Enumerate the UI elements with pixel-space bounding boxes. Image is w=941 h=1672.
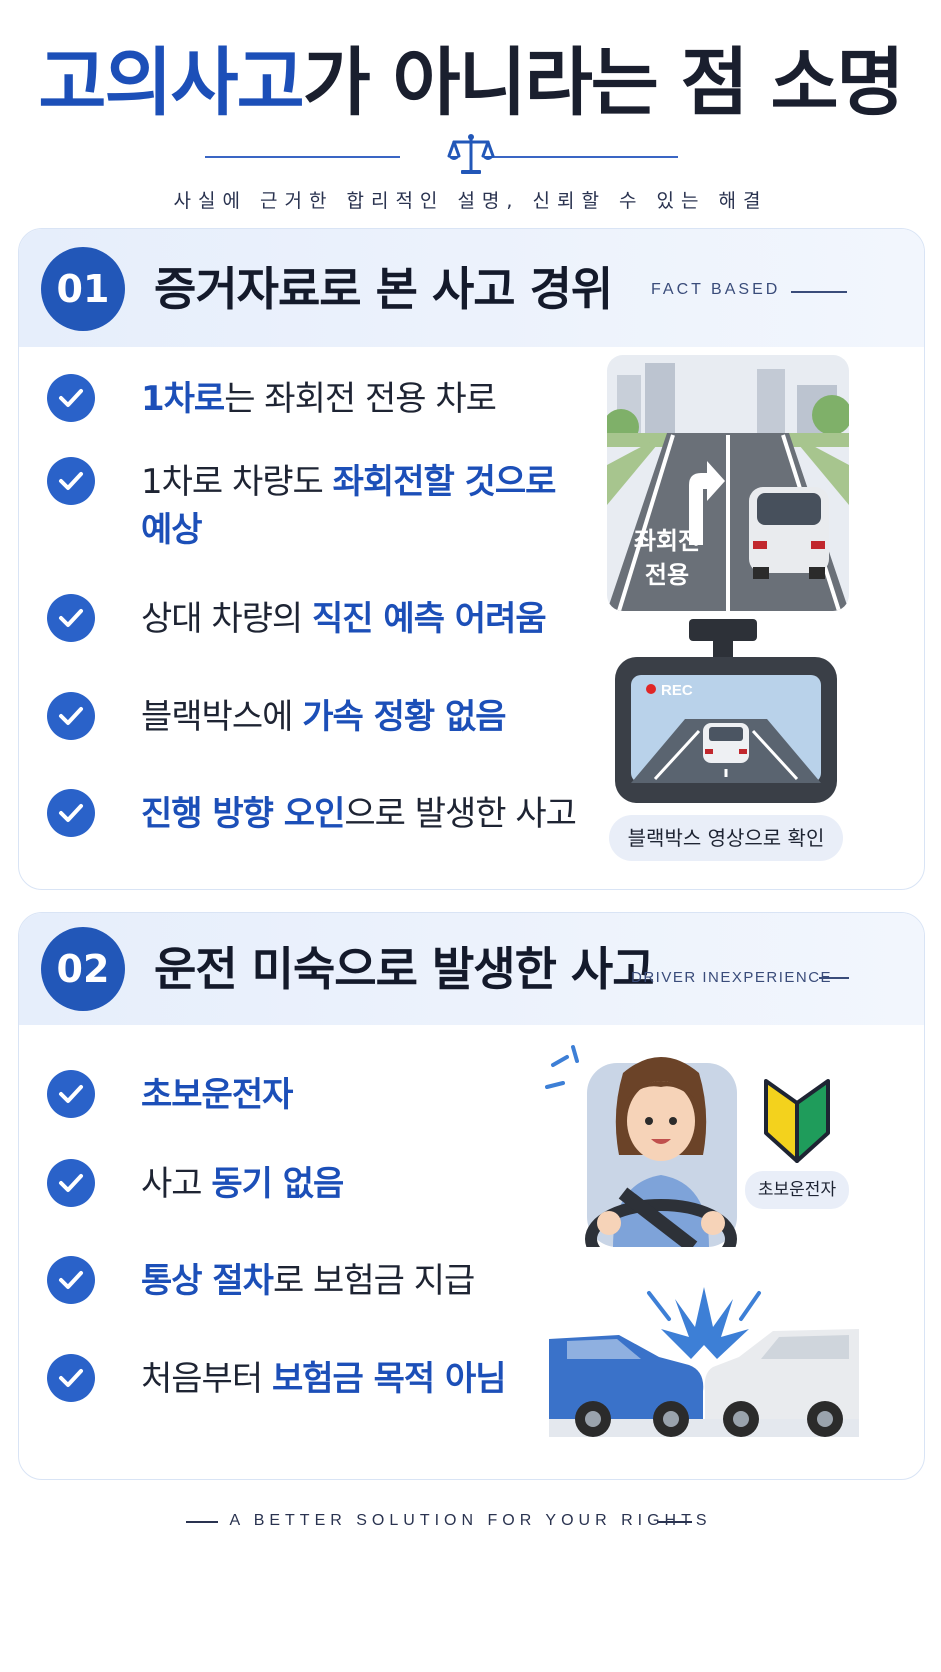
section-tag: FACT BASED <box>651 281 781 298</box>
check-icon <box>47 692 95 740</box>
footer-tagline: A BETTER SOLUTION FOR YOUR RIGHTS <box>229 1512 712 1529</box>
dashcam-illustration: REC <box>615 619 837 803</box>
section-card-inexperience: 02 운전 미숙으로 발생한 사고 DRIVER INEXPERIENCE 초보… <box>18 912 925 1480</box>
item-text: 1차로는 좌회전 전용 차로 <box>141 379 497 419</box>
item-text: 통상 절차로 보험금 지급 <box>141 1261 475 1301</box>
section-header: 02 운전 미숙으로 발생한 사고 DRIVER INEXPERIENCE <box>19 913 924 1025</box>
section-tag-rule <box>819 977 849 979</box>
item-text: 1차로 차량도 좌회전할 것으로 예상 <box>141 462 556 550</box>
beginner-badge-label: 초보운전자 <box>745 1171 849 1209</box>
section-card-evidence: 01 증거자료로 본 사고 경위 FACT BASED 1차로는 좌회전 전용 … <box>18 228 925 890</box>
rec-label: REC <box>661 682 693 699</box>
road-sign-line2: 전용 <box>645 561 689 589</box>
title-rule-left <box>205 156 400 158</box>
item-text: 블랙박스에 가속 정황 없음 <box>141 697 507 737</box>
check-icon <box>47 1256 95 1304</box>
collision-illustration <box>549 1287 859 1437</box>
section-tag-rule <box>791 291 847 293</box>
dashcam-caption: 블랙박스 영상으로 확인 <box>609 815 843 861</box>
check-icon <box>47 789 95 837</box>
section-tag: DRIVER INEXPERIENCE <box>631 969 833 986</box>
page-title: 고의사고가 아니라는 점 소명 <box>0 28 941 138</box>
left-turn-lane-illustration: 좌회전 전용 <box>607 355 849 611</box>
item-text: 진행 방향 오인으로 발생한 사고 <box>141 794 577 834</box>
check-icon <box>47 1354 95 1402</box>
check-icon <box>47 1070 95 1118</box>
item-text: 사고 동기 없음 <box>141 1164 344 1204</box>
road-sign-line1: 좌회전 <box>634 527 700 555</box>
title-rest: 가 아니라는 점 소명 <box>302 40 905 126</box>
beginner-badge-icon <box>764 1079 830 1163</box>
beginner-driver-illustration <box>545 1045 737 1247</box>
item-text: 상대 차량의 직진 예측 어려움 <box>141 599 547 639</box>
check-icon <box>47 374 95 422</box>
title-rule-right <box>486 156 678 158</box>
section-number: 02 <box>41 927 125 1011</box>
page-subtitle: 사실에 근거한 합리적인 설명, 신뢰할 수 있는 해결 <box>173 190 768 212</box>
scales-of-justice-icon <box>447 134 495 174</box>
check-icon <box>47 457 95 505</box>
section-title: 운전 미숙으로 발생한 사고 <box>154 942 655 996</box>
section-header: 01 증거자료로 본 사고 경위 FACT BASED <box>19 229 924 347</box>
check-icon <box>47 1159 95 1207</box>
footer-rule-right <box>658 1521 692 1523</box>
item-text: 처음부터 보험금 목적 아님 <box>141 1359 507 1399</box>
check-icon <box>47 594 95 642</box>
section-title: 증거자료로 본 사고 경위 <box>154 262 613 316</box>
section-number: 01 <box>41 247 125 331</box>
title-highlight: 고의사고 <box>38 40 304 126</box>
item-text: 초보운전자 <box>141 1075 293 1115</box>
